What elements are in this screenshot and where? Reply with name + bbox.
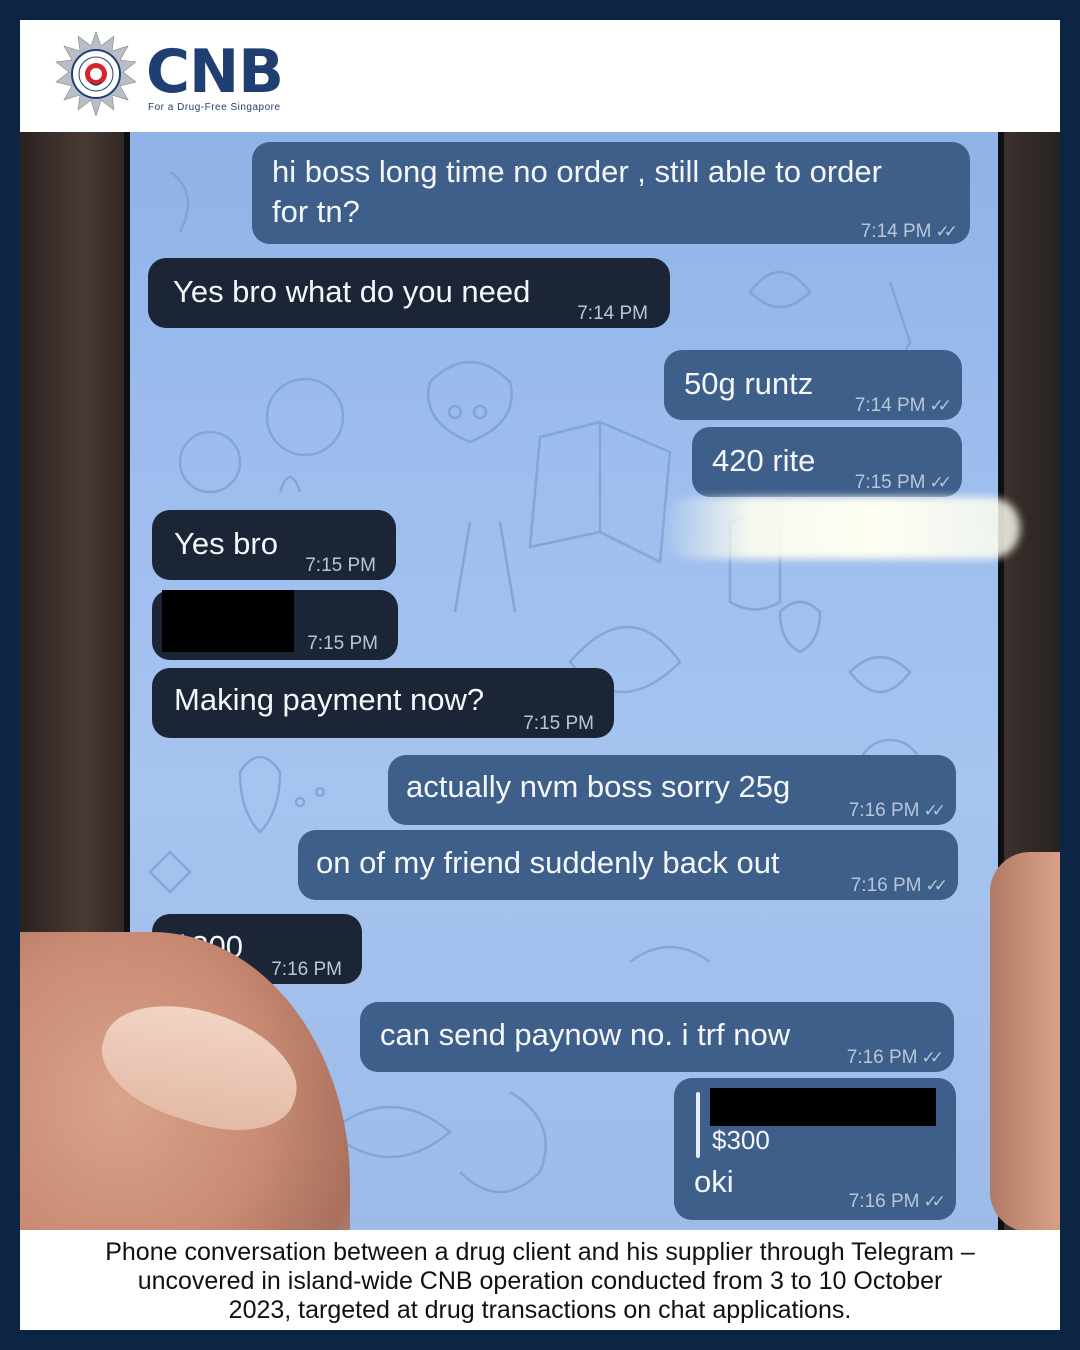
right-finger <box>990 852 1060 1230</box>
double-check-icon: ✓✓ <box>923 1192 946 1211</box>
message-text: 50g runtz <box>684 366 814 401</box>
redaction-block <box>162 590 294 652</box>
outgoing-message: 420 rite 7:15 PM ✓✓ <box>692 427 962 497</box>
message-time: 7:14 PM <box>577 303 648 324</box>
incoming-message: Yes bro what do you need 7:14 PM <box>148 258 670 328</box>
phone-photo: hi boss long time no order , still able … <box>20 132 1060 1230</box>
header: CNB For a Drug-Free Singapore <box>20 20 1060 132</box>
message-text: on of my friend suddenly back out <box>316 845 780 880</box>
brand-tagline: For a Drug-Free Singapore <box>148 102 281 113</box>
message-text: Making payment now? <box>174 682 485 717</box>
outgoing-message: actually nvm boss sorry 25g 7:16 PM ✓✓ <box>388 755 956 825</box>
incoming-message: Yes bro 7:15 PM <box>152 510 396 580</box>
message-time: 7:15 PM <box>307 633 378 654</box>
incoming-message-redacted: 7:15 PM <box>152 590 398 660</box>
outgoing-message: on of my friend suddenly back out 7:16 P… <box>298 830 958 900</box>
caption: Phone conversation between a drug client… <box>20 1230 1060 1330</box>
double-check-icon: ✓✓ <box>925 876 948 895</box>
message-time: 7:15 PM <box>523 713 594 734</box>
post-frame: CNB For a Drug-Free Singapore hi boss lo… <box>20 20 1060 1330</box>
incoming-message: Making payment now? 7:15 PM <box>152 668 614 738</box>
message-text-line: for tn? <box>272 194 360 229</box>
message-time: 7:15 PM <box>854 472 926 493</box>
double-check-icon: ✓✓ <box>921 1048 944 1067</box>
message-time: 7:16 PM <box>271 959 342 980</box>
message-time: 7:16 PM <box>848 1191 920 1212</box>
message-text: actually nvm boss sorry 25g <box>406 769 791 804</box>
caption-line: 2023, targeted at drug transactions on c… <box>228 1296 852 1324</box>
message-text: 420 rite <box>712 443 816 478</box>
message-text-line: hi boss long time no order , still able … <box>272 154 882 189</box>
double-check-icon: ✓✓ <box>929 396 952 415</box>
screen-glare <box>660 497 1020 559</box>
double-check-icon: ✓✓ <box>923 801 946 820</box>
message-time: 7:14 PM <box>860 221 932 242</box>
message-text: oki <box>694 1164 734 1199</box>
double-check-icon: ✓✓ <box>929 473 952 492</box>
outgoing-message: can send paynow no. i trf now 7:16 PM ✓✓ <box>360 1002 954 1072</box>
brand-name: CNB <box>146 37 284 107</box>
message-time: 7:16 PM <box>846 1047 918 1068</box>
message-time: 7:14 PM <box>854 395 926 416</box>
outgoing-message: 50g runtz 7:14 PM ✓✓ <box>664 350 962 420</box>
message-time: 7:15 PM <box>305 555 376 576</box>
message-time: 7:16 PM <box>850 875 922 896</box>
caption-line: Phone conversation between a drug client… <box>105 1238 975 1266</box>
reply-quote-bar <box>696 1092 700 1158</box>
reply-quote-text: $300 <box>712 1125 770 1155</box>
double-check-icon: ✓✓ <box>935 222 958 241</box>
message-text: can send paynow no. i trf now <box>380 1017 791 1052</box>
cnb-crest-logo <box>55 32 137 116</box>
message-text: Yes bro what do you need <box>173 274 531 309</box>
outgoing-reply-message: $300 oki 7:16 PM ✓✓ <box>674 1078 956 1220</box>
message-text: Yes bro <box>174 526 278 561</box>
outgoing-message: hi boss long time no order , still able … <box>252 142 970 244</box>
message-time: 7:16 PM <box>848 800 920 821</box>
caption-line: uncovered in island-wide CNB operation c… <box>137 1267 943 1295</box>
